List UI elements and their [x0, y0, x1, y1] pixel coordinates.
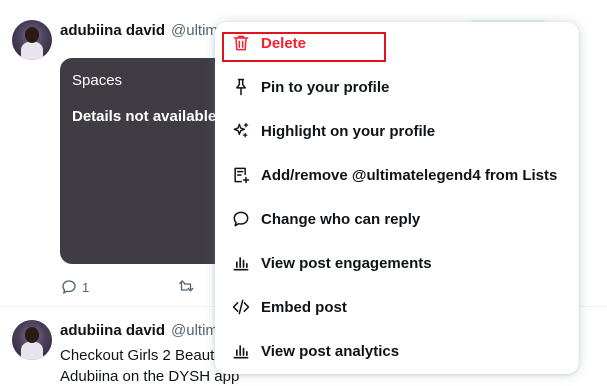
menu-item-label: Pin to your profile [261, 79, 390, 96]
author-handle[interactable]: @ultim [171, 322, 218, 339]
menu-item-lists[interactable]: Add/remove @ultimatelegend4 from Lists [215, 154, 579, 198]
menu-item-label: Delete [261, 35, 307, 52]
menu-item-pin[interactable]: Pin to your profile [215, 66, 579, 110]
menu-item-change-reply[interactable]: Change who can reply [215, 198, 579, 242]
code-icon [232, 299, 250, 315]
trash-icon [233, 35, 249, 51]
menu-item-engagements[interactable]: View post engagements [215, 242, 579, 286]
menu-item-label: Add/remove @ultimatelegend4 from Lists [261, 167, 558, 184]
tweet-text-line: Adubiina on the DYSH app [60, 368, 240, 385]
menu-item-highlight[interactable]: Highlight on your profile [215, 110, 579, 154]
sparkle-icon [233, 122, 249, 138]
menu-item-label: Change who can reply [261, 211, 421, 228]
bar-chart-icon [233, 345, 249, 359]
menu-item-label: Embed post [261, 299, 347, 316]
post-options-menu: Delete Pin to your profile Highlight on … [215, 22, 579, 374]
author-name[interactable]: adubiina david [60, 322, 165, 339]
menu-item-delete[interactable]: Delete [215, 22, 579, 66]
avatar[interactable] [12, 20, 52, 60]
menu-item-analytics[interactable]: View post analytics [215, 330, 579, 374]
menu-item-label: Highlight on your profile [261, 123, 436, 140]
reply-button[interactable]: 1 [60, 278, 89, 296]
reply-count: 1 [82, 279, 90, 295]
spaces-card[interactable]: Spaces Details not available [60, 58, 218, 264]
speech-bubble-icon [233, 211, 249, 227]
card-title: Spaces [72, 72, 123, 89]
repost-button[interactable] [176, 278, 196, 296]
author-handle[interactable]: @ultim [171, 22, 218, 39]
repost-icon [179, 280, 194, 292]
avatar[interactable] [12, 320, 52, 360]
card-detail: Details not available [72, 108, 217, 125]
reply-icon [62, 280, 76, 294]
pin-icon [236, 78, 246, 96]
bar-chart-icon [233, 257, 249, 271]
tweet-text-line: Checkout Girls 2 Beaut [60, 347, 215, 364]
menu-item-label: View post analytics [261, 343, 400, 360]
author-name[interactable]: adubiina david [60, 22, 165, 39]
menu-item-label: View post engagements [261, 255, 432, 272]
list-add-icon [234, 167, 250, 184]
menu-item-embed[interactable]: Embed post [215, 286, 579, 330]
